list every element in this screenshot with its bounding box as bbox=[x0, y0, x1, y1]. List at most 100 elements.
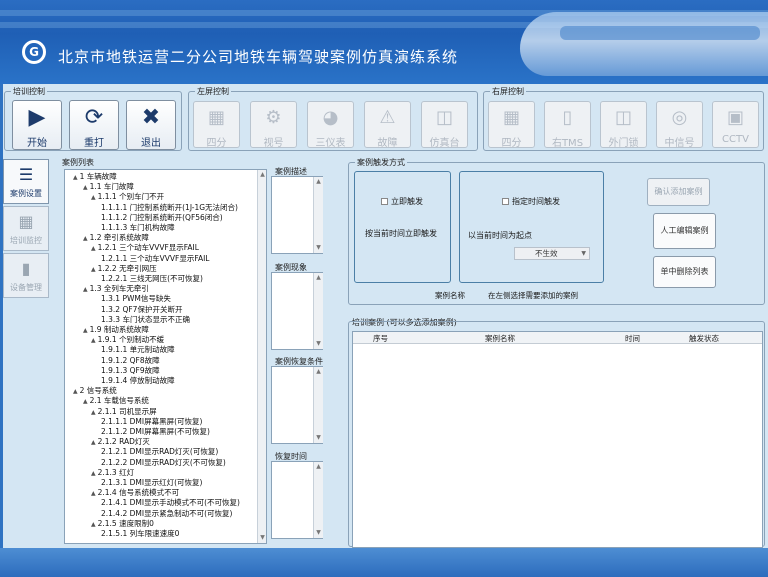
tree-node[interactable]: 1.9.1.2 QF8故障 bbox=[101, 356, 160, 366]
confirm-add-case-button[interactable]: 确认添加案例 bbox=[647, 178, 710, 206]
recovery-time-scrollbar[interactable]: ▲ ▼ bbox=[313, 462, 323, 538]
tree-toggle-icon[interactable]: ▲ bbox=[91, 521, 96, 528]
recovery-scrollbar[interactable]: ▲ ▼ bbox=[313, 367, 323, 443]
tree-toggle-icon[interactable]: ▲ bbox=[91, 266, 96, 273]
tree-node[interactable]: 2.1.1.2 DMI屏幕黑屏(不可恢复) bbox=[101, 427, 210, 437]
tree-node-label: 1.1 车门故障 bbox=[89, 182, 134, 192]
right-cctv-button[interactable]: ▣ CCTV bbox=[712, 101, 759, 148]
case-tree-scrollbar[interactable]: ▲ ▼ bbox=[257, 170, 266, 543]
col-case-name: 案例名称 bbox=[485, 334, 515, 343]
immediate-trigger-note: 按当前时间立即触发 bbox=[365, 229, 437, 238]
tree-toggle-icon[interactable]: ▲ bbox=[73, 388, 78, 395]
refresh-icon: ⟳ bbox=[84, 105, 104, 130]
scroll-up-icon[interactable]: ▲ bbox=[314, 273, 323, 283]
tree-node[interactable]: 2.1.4.2 DMI显示紧急制动不可(可恢复) bbox=[101, 509, 232, 519]
nav-device-management[interactable]: ▮ 设备管理 bbox=[3, 253, 49, 298]
tree-node-label: 1.2.2.1 三线无网压(不可恢复) bbox=[101, 274, 203, 283]
right-quad-button[interactable]: ▦ 四分 bbox=[488, 101, 535, 149]
scroll-up-icon[interactable]: ▲ bbox=[314, 177, 323, 187]
manual-edit-case-button[interactable]: 人工编辑案例 bbox=[653, 213, 716, 249]
table-header: 序号 案例名称 时间 触发状态 bbox=[353, 332, 762, 344]
scroll-down-icon[interactable]: ▼ bbox=[314, 243, 323, 253]
description-scrollbar[interactable]: ▲ ▼ bbox=[313, 177, 323, 253]
case-selection-hint: 在左侧选择需要添加的案例 bbox=[488, 291, 578, 300]
tree-node[interactable]: 2.1.5.1 列车限速速度0 bbox=[101, 529, 179, 539]
right-tms-button[interactable]: ▯ 右TMS bbox=[544, 101, 591, 149]
tree-node-label: 1.9 制动系统故障 bbox=[89, 325, 149, 334]
case-tree: ▲ 1 车辆故障 ▲ 1.1 车门故障 ▲ 1.1.1 个别车门不开 1.1.1.1 门控制… bbox=[64, 169, 267, 544]
tree-toggle-icon[interactable]: ▲ bbox=[91, 245, 96, 252]
tree-node-label: 2.1.4.2 DMI显示紧急制动不可(可恢复) bbox=[101, 508, 233, 518]
tree-node[interactable]: 2.1.1.1 DMI屏幕黑屏(可恢复) bbox=[101, 417, 202, 427]
scroll-down-icon[interactable]: ▼ bbox=[258, 533, 266, 543]
tree-toggle-icon[interactable]: ▲ bbox=[83, 235, 88, 242]
tree-toggle-icon[interactable]: ▲ bbox=[91, 470, 96, 477]
scroll-down-icon[interactable]: ▼ bbox=[314, 433, 323, 443]
tree-toggle-icon[interactable]: ▲ bbox=[83, 184, 88, 191]
tree-node[interactable]: 1.3.1 PWM信号缺失 bbox=[101, 294, 171, 304]
tree-node-label: 1.1.1.2 门控制系统断开(QF56闭合) bbox=[101, 212, 223, 222]
tree-node[interactable]: 1.1.1.2 门控制系统断开(QF56闭合) bbox=[101, 213, 223, 223]
tree-node[interactable]: 1.9.1.4 停放制动故障 bbox=[101, 376, 175, 386]
immediate-trigger-checkbox[interactable]: 立即触发 bbox=[381, 196, 423, 207]
left-quad-button[interactable]: ▦ 四分 bbox=[193, 101, 240, 149]
tree-toggle-icon[interactable]: ▲ bbox=[91, 337, 96, 344]
scroll-up-icon[interactable]: ▲ bbox=[314, 462, 323, 472]
col-trigger-status: 触发状态 bbox=[689, 334, 719, 343]
timed-trigger-select[interactable]: 不生效 ▼ bbox=[514, 247, 590, 260]
tree-node-label: 2.1.2.2 DMI显示RAD灯灭(不可恢复) bbox=[101, 457, 226, 467]
right-signal-button[interactable]: ◎ 中信号 bbox=[656, 101, 703, 149]
tree-toggle-icon[interactable]: ▲ bbox=[91, 194, 96, 201]
tablet-icon: ▯ bbox=[562, 107, 573, 128]
tree-node[interactable]: 1.3.2 QF7保护开关断开 bbox=[101, 305, 182, 315]
tree-node[interactable]: 1.1.1.1 门控制系统断开(1J-1G无法闭合) bbox=[101, 203, 238, 213]
tree-toggle-icon[interactable]: ▲ bbox=[91, 439, 96, 446]
nav-training-monitor[interactable]: ▦ 培训监控 bbox=[3, 206, 49, 251]
tree-node-label: 1.1.1.1 门控制系统断开(1J-1G无法闭合) bbox=[101, 202, 238, 212]
tree-node[interactable]: 2.1.2.1 DMI显示RAD灯灭(可恢复) bbox=[101, 447, 218, 457]
tree-node-label: 1.3.1 PWM信号缺失 bbox=[101, 294, 171, 304]
tree-node[interactable]: 2.1.4.1 DMI显示手动模式不可(不可恢复) bbox=[101, 498, 240, 508]
scroll-up-icon[interactable]: ▲ bbox=[258, 170, 266, 180]
tree-node[interactable]: 1.9.1.1 单元制动故障 bbox=[101, 345, 175, 355]
tree-node-label: 2.1.2 RAD灯灭 bbox=[97, 437, 150, 447]
tree-toggle-icon[interactable]: ▲ bbox=[83, 286, 88, 293]
left-fault-button[interactable]: ⚠ 故障 bbox=[364, 101, 411, 149]
tree-toggle-icon[interactable]: ▲ bbox=[83, 398, 88, 405]
start-button[interactable]: ▶ 开始 bbox=[12, 100, 62, 150]
tree-node-label: 2.1.4.1 DMI显示手动模式不可(不可恢复) bbox=[101, 498, 240, 508]
scroll-up-icon[interactable]: ▲ bbox=[314, 367, 323, 377]
tree-node[interactable]: 2.1.2.2 DMI显示RAD灯灭(不可恢复) bbox=[101, 458, 226, 468]
tree-node-label: 1.9.1.2 QF8故障 bbox=[101, 355, 160, 365]
tree-node[interactable]: 1.3.3 车门状态显示不正确 bbox=[101, 315, 190, 325]
tree-node[interactable]: 1.9.1.3 QF9故障 bbox=[101, 366, 160, 376]
left-video-button[interactable]: ⚙ 视号 bbox=[250, 101, 297, 149]
title-banner: G 北京市地铁运营二分公司地铁车辆驾驶案例仿真演练系统 bbox=[0, 0, 768, 84]
scroll-down-icon[interactable]: ▼ bbox=[314, 339, 323, 349]
tree-toggle-icon[interactable]: ▲ bbox=[91, 490, 96, 497]
app-title: 北京市地铁运营二分公司地铁车辆驾驶案例仿真演练系统 bbox=[58, 48, 459, 66]
tree-node-label: 2.1.4 信号系统模式不可 bbox=[97, 488, 180, 498]
tree-toggle-icon[interactable]: ▲ bbox=[73, 174, 78, 181]
tree-node-label: 2.1.3.1 DMI显示红灯(可恢复) bbox=[101, 478, 203, 487]
remove-from-list-button[interactable]: 单中删除列表 bbox=[653, 256, 716, 288]
exit-button[interactable]: ✖ 退出 bbox=[126, 100, 176, 150]
case-recovery-box: ▲ ▼ bbox=[271, 366, 323, 444]
tree-node-label: 2.1.2.1 DMI显示RAD灯灭(可恢复) bbox=[101, 447, 219, 457]
checkbox-icon bbox=[381, 198, 388, 205]
phenomenon-scrollbar[interactable]: ▲ ▼ bbox=[313, 273, 323, 349]
training-case-table[interactable]: 序号 案例名称 时间 触发状态 bbox=[352, 331, 763, 548]
scroll-down-icon[interactable]: ▼ bbox=[314, 528, 323, 538]
redo-button[interactable]: ⟳ 重打 bbox=[69, 100, 119, 150]
left-console-button[interactable]: ◫ 仿真台 bbox=[421, 101, 468, 149]
tree-toggle-icon[interactable]: ▲ bbox=[91, 409, 96, 416]
tree-toggle-icon[interactable]: ▲ bbox=[83, 327, 88, 334]
timed-trigger-checkbox[interactable]: 指定时间触发 bbox=[502, 196, 560, 207]
tree-node[interactable]: 1.2.2.1 三线无网压(不可恢复) bbox=[101, 274, 203, 284]
right-door-lock-button[interactable]: ◫ 外门锁 bbox=[600, 101, 647, 149]
tree-node[interactable]: 2.1.3.1 DMI显示红灯(可恢复) bbox=[101, 478, 202, 488]
tree-node[interactable]: 1.2.1.1 三个动车VVVF显示FAIL bbox=[101, 254, 209, 264]
left-gauge-button[interactable]: ◕ 三仪表 bbox=[307, 101, 354, 149]
nav-case-settings[interactable]: ☰ 案例设置 bbox=[3, 159, 49, 204]
tree-node[interactable]: 1.1.1.3 车门机构故障 bbox=[101, 223, 175, 233]
